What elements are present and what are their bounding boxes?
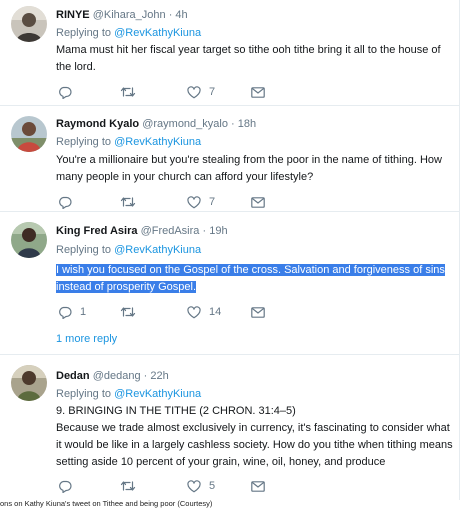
retweet-button[interactable] — [120, 479, 144, 493]
direct-message-button[interactable] — [251, 85, 265, 99]
heart-icon — [187, 85, 201, 98]
direct-message-button[interactable] — [251, 195, 265, 209]
timestamp[interactable]: · 22h — [144, 370, 169, 382]
mention-link[interactable]: @RevKathyKiuna — [114, 244, 201, 256]
selected-text[interactable]: I wish you focused on the Gospel of the … — [56, 264, 445, 293]
user-handle[interactable]: @FredAsira — [141, 225, 200, 237]
like-count: 5 — [209, 480, 216, 492]
retweet-icon — [120, 87, 136, 97]
show-more-replies-link[interactable]: 1 more reply — [56, 332, 117, 346]
heart-icon — [187, 195, 201, 208]
like-button[interactable]: 7 — [187, 85, 215, 99]
reply-button[interactable] — [58, 85, 80, 99]
reply-button[interactable] — [58, 195, 80, 209]
tweet-text: You're a millionaire but you're stealing… — [56, 154, 442, 183]
retweet-icon — [120, 481, 136, 491]
like-count: 14 — [209, 306, 222, 318]
display-name[interactable]: Dedan — [56, 370, 90, 382]
envelope-icon — [251, 196, 265, 208]
like-button[interactable]: 14 — [187, 305, 221, 319]
avatar[interactable] — [11, 6, 47, 42]
tweet-text: I wish you focused on the Gospel of the … — [56, 262, 456, 296]
avatar[interactable] — [11, 365, 47, 401]
tweet-header: Raymond Kyalo @raymond_kyalo · 18h — [56, 117, 256, 131]
tweet[interactable]: Dedan @dedang · 22h Replying to @RevKath… — [0, 355, 459, 500]
tweet-text-body: Because we trade almost exclusively in c… — [56, 422, 453, 468]
replying-to: Replying to @RevKathyKiuna — [56, 244, 202, 256]
tweet-actions: 1 14 — [56, 305, 276, 319]
retweet-icon — [120, 307, 136, 317]
reply-thread: RINYE @Kihara_John · 4h Replying to @Rev… — [0, 0, 460, 500]
tweet[interactable]: Raymond Kyalo @raymond_kyalo · 18h Reply… — [0, 106, 459, 212]
user-handle[interactable]: @Kihara_John — [93, 9, 166, 21]
reply-icon — [59, 196, 72, 209]
timestamp[interactable]: · 18h — [231, 118, 256, 130]
tweet-text: Mama must hit her fiscal year target so … — [56, 44, 441, 73]
reply-button[interactable]: 1 — [58, 305, 86, 319]
tweet-text-title: 9. BRINGING IN THE TITHE (2 CHRON. 31:4–… — [56, 405, 296, 417]
avatar[interactable] — [11, 222, 47, 258]
display-name[interactable]: Raymond Kyalo — [56, 118, 139, 130]
user-handle[interactable]: @dedang — [93, 370, 141, 382]
retweet-button[interactable] — [120, 305, 144, 319]
mention-link[interactable]: @RevKathyKiuna — [114, 136, 201, 148]
reply-icon — [59, 480, 72, 493]
tweet-text: 9. BRINGING IN THE TITHE (2 CHRON. 31:4–… — [56, 403, 456, 471]
mention-link[interactable]: @RevKathyKiuna — [114, 27, 201, 39]
like-count: 7 — [209, 196, 216, 208]
heart-icon — [187, 479, 201, 492]
envelope-icon — [251, 480, 265, 492]
tweet-header: King Fred Asira @FredAsira · 19h — [56, 224, 228, 238]
reply-count: 1 — [80, 306, 87, 318]
tweet-header: Dedan @dedang · 22h — [56, 369, 169, 383]
tweet-header: RINYE @Kihara_John · 4h — [56, 8, 188, 22]
tweet-actions: 7 — [56, 195, 276, 209]
tweet[interactable]: King Fred Asira @FredAsira · 19h Replyin… — [0, 212, 459, 355]
reply-icon — [59, 86, 72, 99]
tweet-actions: 5 — [56, 479, 276, 493]
tweet[interactable]: RINYE @Kihara_John · 4h Replying to @Rev… — [0, 0, 459, 106]
retweet-button[interactable] — [120, 85, 144, 99]
display-name[interactable]: King Fred Asira — [56, 225, 138, 237]
direct-message-button[interactable] — [251, 479, 265, 493]
replying-to: Replying to @RevKathyKiuna — [56, 27, 202, 39]
retweet-button[interactable] — [120, 195, 144, 209]
envelope-icon — [251, 306, 265, 318]
replying-to: Replying to @RevKathyKiuna — [56, 388, 202, 400]
like-button[interactable]: 5 — [187, 479, 215, 493]
like-count: 7 — [209, 86, 216, 98]
reply-icon — [59, 306, 72, 319]
display-name[interactable]: RINYE — [56, 9, 90, 21]
image-caption: ons on Kathy Kiuna's tweet on Tithee and… — [0, 499, 213, 508]
mention-link[interactable]: @RevKathyKiuna — [114, 388, 201, 400]
avatar[interactable] — [11, 116, 47, 152]
timestamp[interactable]: · 4h — [169, 9, 188, 21]
timestamp[interactable]: · 19h — [202, 225, 227, 237]
tweet-actions: 7 — [56, 85, 276, 99]
envelope-icon — [251, 86, 265, 98]
direct-message-button[interactable] — [251, 305, 265, 319]
like-button[interactable]: 7 — [187, 195, 215, 209]
replying-to: Replying to @RevKathyKiuna — [56, 136, 202, 148]
retweet-icon — [120, 197, 136, 207]
reply-button[interactable] — [58, 479, 80, 493]
heart-icon — [187, 305, 201, 318]
user-handle[interactable]: @raymond_kyalo — [142, 118, 228, 130]
